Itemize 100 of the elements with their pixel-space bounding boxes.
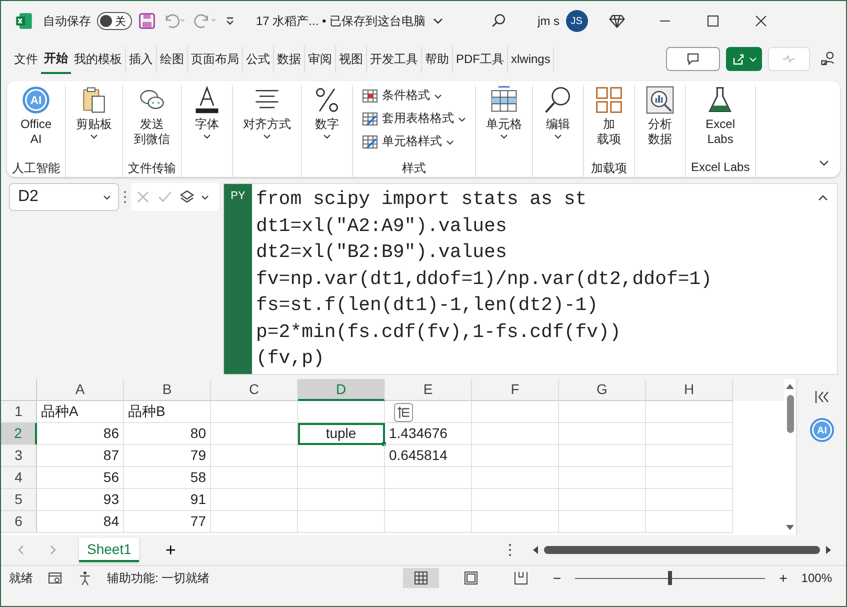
zoom-out-button[interactable]: − [552, 570, 562, 586]
empty-cell[interactable] [472, 445, 559, 467]
name-box[interactable]: D2 [9, 183, 119, 211]
column-header[interactable]: G [559, 379, 646, 401]
menu-tab[interactable]: 开始 [41, 44, 71, 74]
table-cell[interactable]: 0.645814 [385, 445, 472, 467]
expand-pane-icon[interactable] [814, 389, 830, 405]
column-header[interactable]: A [37, 379, 124, 401]
row-header[interactable]: 6 [1, 511, 37, 533]
row-header[interactable]: 3 [1, 445, 37, 467]
empty-cell[interactable] [559, 467, 646, 489]
menu-tab[interactable]: xlwings [508, 47, 554, 71]
diamond-icon[interactable] [608, 12, 626, 30]
menu-tab[interactable]: 绘图 [157, 46, 188, 72]
view-button[interactable] [402, 568, 439, 588]
avatar[interactable]: JS [566, 10, 588, 32]
empty-cell[interactable] [298, 401, 385, 423]
table-cell[interactable]: 87 [37, 445, 124, 467]
python-output-icon[interactable] [394, 403, 413, 422]
empty-cell[interactable] [646, 423, 733, 445]
accessibility-icon[interactable] [77, 570, 93, 586]
empty-cell[interactable] [211, 489, 298, 511]
table-cell[interactable]: 79 [124, 445, 211, 467]
scroll-down-icon[interactable] [786, 523, 794, 531]
empty-cell[interactable] [559, 401, 646, 423]
menu-tab[interactable]: 视图 [336, 46, 367, 72]
more-options-icon[interactable] [123, 190, 127, 204]
ribbon-button[interactable]: 剪贴板 [71, 85, 117, 160]
ribbon-button[interactable]: 加 载项 [589, 85, 629, 160]
macro-recorder-icon[interactable] [47, 570, 63, 586]
column-header[interactable]: H [646, 379, 733, 401]
menu-tab[interactable]: 页面布局 [188, 46, 243, 72]
row-header[interactable]: 5 [1, 489, 37, 511]
menu-tab[interactable]: 公式 [243, 46, 274, 72]
table-cell[interactable]: 84 [37, 511, 124, 533]
scroll-thumb[interactable] [786, 395, 794, 433]
add-sheet-button[interactable]: + [159, 538, 182, 562]
empty-cell[interactable] [385, 489, 472, 511]
empty-cell[interactable] [646, 489, 733, 511]
empty-cell[interactable] [298, 445, 385, 467]
scroll-up-icon[interactable] [786, 383, 794, 391]
empty-cell[interactable] [211, 445, 298, 467]
menu-tab[interactable]: 我的模板 [71, 46, 126, 72]
scroll-right-icon[interactable] [824, 546, 832, 554]
ribbon-button[interactable]: AI Office AI [15, 85, 57, 160]
table-cell[interactable]: 56 [37, 467, 124, 489]
ribbon-button[interactable]: 单元格 [481, 85, 527, 160]
document-title[interactable]: 17 水稻产... • 已保存到这台电脑 [256, 12, 426, 30]
empty-cell[interactable] [298, 511, 385, 533]
empty-cell[interactable] [472, 489, 559, 511]
ribbon-button[interactable]: 对齐方式 [238, 85, 296, 160]
table-cell[interactable]: 91 [124, 489, 211, 511]
scroll-left-icon[interactable] [532, 546, 540, 554]
empty-cell[interactable] [385, 511, 472, 533]
row-header[interactable]: 1 [1, 401, 37, 423]
style-menu-button[interactable]: 条件格式 [358, 85, 470, 106]
table-cell[interactable]: 品种B [124, 401, 211, 423]
ribbon-button[interactable]: 发送 到微信 [129, 85, 175, 160]
style-menu-button[interactable]: 套用表格格式 [358, 108, 470, 129]
empty-cell[interactable] [646, 445, 733, 467]
empty-cell[interactable] [559, 423, 646, 445]
empty-cell[interactable] [559, 511, 646, 533]
empty-cell[interactable] [559, 489, 646, 511]
table-cell[interactable]: 86 [37, 423, 124, 445]
table-cell[interactable]: tuple [298, 423, 385, 445]
empty-cell[interactable] [646, 511, 733, 533]
search-icon[interactable] [490, 12, 508, 30]
empty-cell[interactable] [385, 467, 472, 489]
table-cell[interactable]: 品种A [37, 401, 124, 423]
table-cell[interactable]: 93 [37, 489, 124, 511]
ribbon-button[interactable]: 分析 数据 [640, 85, 680, 160]
empty-cell[interactable] [298, 467, 385, 489]
ribbon-button[interactable]: 编辑 [538, 85, 578, 160]
column-header[interactable]: E [385, 379, 472, 401]
scroll-thumb[interactable] [544, 546, 820, 554]
table-cell[interactable]: 80 [124, 423, 211, 445]
layers-icon[interactable] [179, 189, 195, 205]
autosave-toggle[interactable]: 关 [97, 12, 132, 30]
table-cell[interactable]: 58 [124, 467, 211, 489]
menu-tab[interactable]: 开发工具 [367, 46, 422, 72]
menu-tab[interactable]: PDF工具 [453, 46, 508, 72]
column-header[interactable]: B [124, 379, 211, 401]
maximize-icon[interactable] [706, 14, 720, 28]
menu-tab[interactable]: 数据 [274, 46, 305, 72]
accessibility-status[interactable]: 辅助功能: 一切就绪 [107, 570, 210, 586]
activity-button[interactable] [768, 47, 810, 71]
zoom-slider-thumb[interactable] [668, 571, 672, 585]
empty-cell[interactable] [646, 467, 733, 489]
empty-cell[interactable] [472, 423, 559, 445]
sheet-tab[interactable]: Sheet1 [79, 538, 140, 562]
zoom-in-button[interactable]: + [779, 570, 788, 586]
row-header[interactable]: 4 [1, 467, 37, 489]
empty-cell[interactable] [646, 401, 733, 423]
empty-cell[interactable] [211, 511, 298, 533]
comments-button[interactable] [666, 47, 720, 71]
table-cell[interactable]: 77 [124, 511, 211, 533]
empty-cell[interactable] [211, 467, 298, 489]
empty-cell[interactable] [472, 467, 559, 489]
menu-tab[interactable]: 插入 [126, 46, 157, 72]
caret-icon[interactable] [201, 193, 209, 201]
